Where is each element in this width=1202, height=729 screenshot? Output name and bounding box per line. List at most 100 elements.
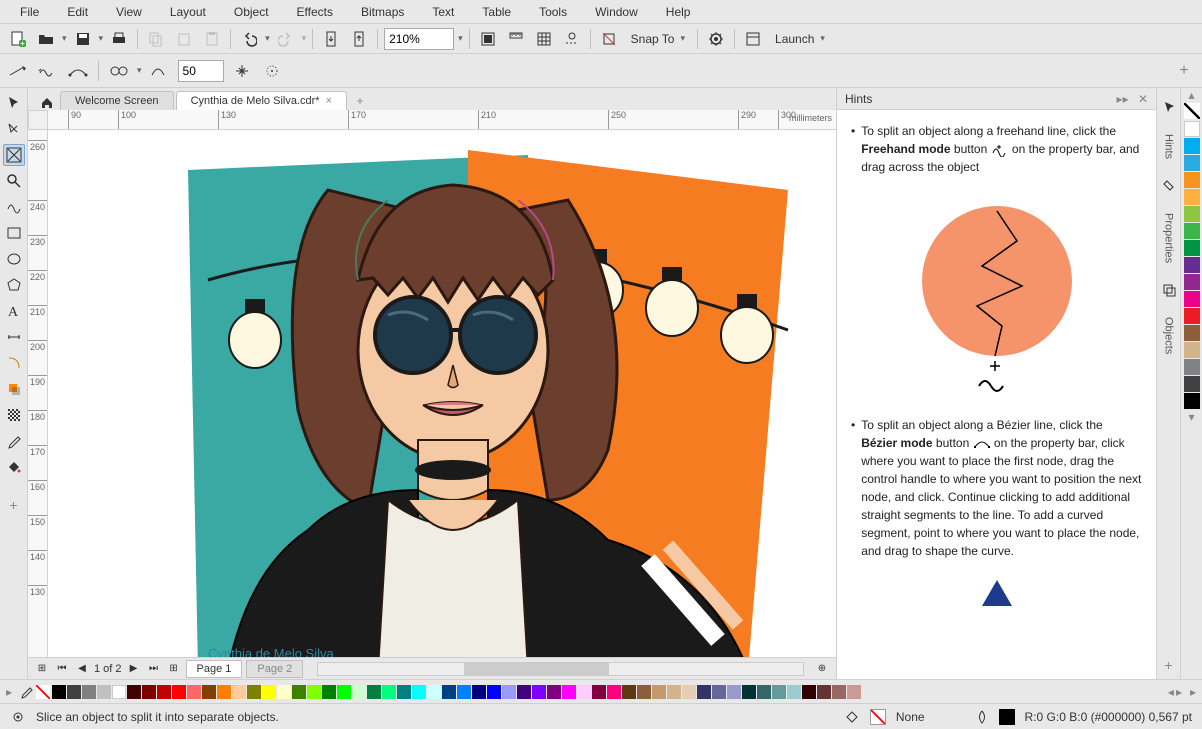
outline-swatch[interactable]: [999, 709, 1015, 725]
palette-swatch[interactable]: [352, 685, 366, 699]
palette-swatch[interactable]: [472, 685, 486, 699]
new-button[interactable]: [6, 27, 30, 51]
palette-swatch[interactable]: [97, 685, 111, 699]
next-page-icon[interactable]: ▶: [126, 661, 142, 677]
ellipse-tool[interactable]: [3, 248, 25, 270]
color-swatch[interactable]: [1184, 393, 1200, 409]
rectangle-tool[interactable]: [3, 222, 25, 244]
transparency-tool[interactable]: [3, 404, 25, 426]
first-page-icon[interactable]: ⏮: [54, 661, 70, 677]
horizontal-scrollbar[interactable]: [317, 662, 804, 676]
palette-swatch[interactable]: [442, 685, 456, 699]
palette-swatch[interactable]: [307, 685, 321, 699]
new-tab-button[interactable]: +: [351, 92, 369, 110]
palette-swatch[interactable]: [742, 685, 756, 699]
palette-swatch[interactable]: [652, 685, 666, 699]
knife-line-icon[interactable]: [6, 59, 30, 83]
palette-swatch[interactable]: [127, 685, 141, 699]
launch-dropdown[interactable]: Launch▾: [769, 27, 831, 51]
color-swatch[interactable]: [1184, 240, 1200, 256]
save-button[interactable]: [71, 27, 95, 51]
color-swatch[interactable]: [1184, 359, 1200, 375]
palette-swatch[interactable]: [532, 685, 546, 699]
text-tool[interactable]: A: [3, 300, 25, 322]
palette-swatch[interactable]: [247, 685, 261, 699]
palette-swatch[interactable]: [172, 685, 186, 699]
zoom-input[interactable]: [384, 28, 454, 50]
palette-swatch[interactable]: [382, 685, 396, 699]
color-swatch[interactable]: [1184, 291, 1200, 307]
palette-swatch[interactable]: [337, 685, 351, 699]
tab-welcome[interactable]: Welcome Screen: [60, 91, 174, 110]
undo-button[interactable]: [237, 27, 261, 51]
color-swatch[interactable]: [1184, 138, 1200, 154]
home-icon[interactable]: [36, 96, 58, 110]
shape-tool[interactable]: [3, 118, 25, 140]
tab-document[interactable]: Cynthia de Melo Silva.cdr*×: [176, 91, 347, 110]
palette-swatch[interactable]: [667, 685, 681, 699]
rulers-button[interactable]: [504, 27, 528, 51]
color-swatch[interactable]: [1184, 121, 1200, 137]
palette-swatch[interactable]: [802, 685, 816, 699]
close-tab-icon[interactable]: ×: [326, 95, 332, 107]
freehand-smoothing-input[interactable]: [178, 60, 224, 82]
palette-swatch[interactable]: [142, 685, 156, 699]
palette-swatch[interactable]: [772, 685, 786, 699]
palette-eyedropper-icon[interactable]: [18, 684, 34, 700]
docker-tab-objects[interactable]: Objects: [1161, 311, 1177, 360]
palette-no-color[interactable]: [36, 685, 50, 699]
grid-button[interactable]: [532, 27, 556, 51]
palette-swatch[interactable]: [457, 685, 471, 699]
palette-swatch[interactable]: [277, 685, 291, 699]
color-swatch[interactable]: [1184, 342, 1200, 358]
horizontal-ruler[interactable]: 90 100 130 170 210 250 290 300 millimete…: [48, 110, 836, 130]
menu-text[interactable]: Text: [420, 2, 466, 22]
palette-swatch[interactable]: [412, 685, 426, 699]
export-button[interactable]: [347, 27, 371, 51]
palette-swatch[interactable]: [727, 685, 741, 699]
color-swatch[interactable]: [1184, 376, 1200, 392]
palette-swatch[interactable]: [787, 685, 801, 699]
menu-file[interactable]: File: [8, 2, 51, 22]
docker-tab-properties[interactable]: Properties: [1161, 207, 1177, 269]
no-color-swatch[interactable]: [1184, 103, 1200, 119]
palette-swatch[interactable]: [367, 685, 381, 699]
eyedropper-tool[interactable]: [3, 430, 25, 452]
palette-swatch[interactable]: [847, 685, 861, 699]
palette-swatch[interactable]: [157, 685, 171, 699]
docker-pick-icon[interactable]: [1160, 94, 1178, 120]
dimension-tool[interactable]: [3, 326, 25, 348]
palette-swatch[interactable]: [592, 685, 606, 699]
palette-scroll-up-icon[interactable]: ▴: [1188, 88, 1194, 102]
color-swatch[interactable]: [1184, 223, 1200, 239]
palette-menu-icon[interactable]: ▸: [6, 685, 12, 699]
add-property-icon[interactable]: +: [1172, 59, 1196, 83]
panel-collapse-icon[interactable]: ▸▸: [1117, 92, 1129, 106]
color-swatch[interactable]: [1184, 172, 1200, 188]
palette-swatch[interactable]: [757, 685, 771, 699]
palette-swatch[interactable]: [547, 685, 561, 699]
guides-button[interactable]: [560, 27, 584, 51]
palette-swatch[interactable]: [262, 685, 276, 699]
docker-add-icon[interactable]: +: [1162, 651, 1174, 679]
palette-swatch[interactable]: [217, 685, 231, 699]
add-page-start-icon[interactable]: ⊞: [34, 661, 50, 677]
palette-scroll-left-icon[interactable]: ◂: [1168, 685, 1174, 699]
vertical-ruler[interactable]: 260 240 230 220 210 200 190 180 170 160 …: [28, 130, 48, 657]
docker-tab-hints[interactable]: Hints: [1161, 128, 1177, 165]
color-swatch[interactable]: [1184, 189, 1200, 205]
zoom-tool[interactable]: [3, 170, 25, 192]
palette-swatch[interactable]: [697, 685, 711, 699]
outline-options-icon[interactable]: [107, 59, 131, 83]
palette-swatch[interactable]: [322, 685, 336, 699]
color-swatch[interactable]: [1184, 206, 1200, 222]
knife-freehand-icon[interactable]: [36, 59, 60, 83]
import-button[interactable]: [319, 27, 343, 51]
menu-table[interactable]: Table: [470, 2, 523, 22]
docker-properties-icon[interactable]: [1160, 173, 1178, 199]
fill-swatch[interactable]: [870, 709, 886, 725]
auto-close-icon[interactable]: [230, 59, 254, 83]
palette-scroll-down-icon[interactable]: ▾: [1188, 410, 1194, 424]
palette-swatch[interactable]: [607, 685, 621, 699]
crop-knife-tool[interactable]: [3, 144, 25, 166]
